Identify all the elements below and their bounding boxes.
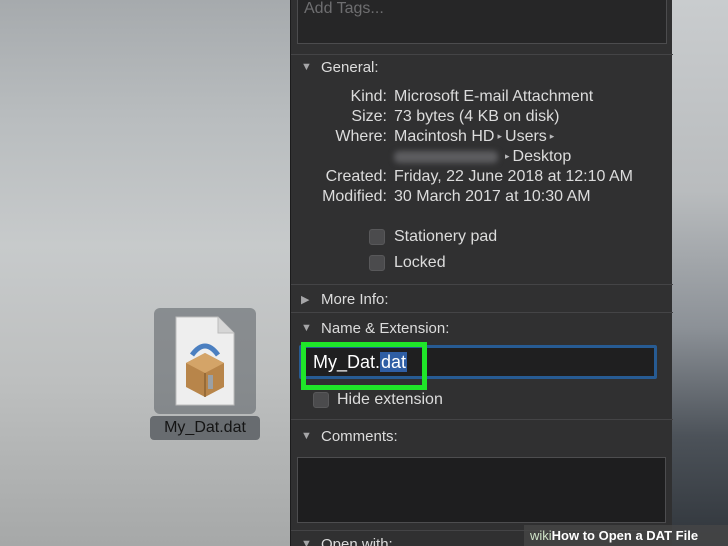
modified-label: Modified: [322,188,387,205]
size-value: 73 bytes (4 KB on disk) [394,108,560,125]
desktop-file-item[interactable]: My_Dat.dat [150,305,260,440]
where-label: Where: [335,128,387,145]
locked-checkbox[interactable] [369,255,385,271]
disclosure-open-icon[interactable]: ▼ [301,322,321,334]
desktop-background-right [672,0,728,546]
disclosure-open-icon[interactable]: ▼ [301,61,321,73]
hide-extension-label: Hide extension [337,391,443,408]
section-name-extension-title: Name & Extension: [321,319,450,337]
filename-extension-selected: dat [380,352,408,372]
watermark-title: How to Open a DAT File [551,528,699,543]
section-more-info-title: More Info: [321,290,389,308]
path-arrow-icon: ▸ [549,131,555,142]
path-desktop: Desktop [512,148,572,165]
section-comments[interactable]: ▼ Comments: [301,426,398,446]
disclosure-open-icon[interactable]: ▼ [301,538,321,546]
divider [291,54,673,55]
section-name-extension[interactable]: ▼ Name & Extension: [301,318,449,338]
kind-value: Microsoft E-mail Attachment [394,88,594,105]
where-value: Macintosh HD ▸ Users ▸ [394,128,557,146]
filename-base: My_Dat. [313,352,381,372]
hide-extension-checkbox[interactable] [313,392,329,408]
stationery-pad-checkbox[interactable] [369,229,385,245]
where-value-continued: ▸ Desktop [394,148,571,166]
created-label: Created: [325,168,387,185]
size-label: Size: [351,108,387,125]
watermark-wiki: wiki [530,528,552,543]
desktop-file-name[interactable]: My_Dat.dat [150,416,260,440]
filename-text[interactable]: My_Dat.dat [313,352,408,373]
desktop-background [0,0,290,546]
disclosure-closed-icon[interactable]: ▶ [301,293,321,306]
tags-placeholder: Add Tags... [304,0,384,17]
section-general[interactable]: ▼ General: [301,57,379,77]
wikihow-watermark: wikiHow to Open a DAT File [524,525,728,546]
get-info-panel: Add Tags... ▼ General: Kind: Microsoft E… [290,0,673,546]
divider [291,312,673,313]
section-comments-title: Comments: [321,427,398,445]
path-arrow-icon: ▸ [497,131,503,142]
kind-label: Kind: [350,88,387,105]
section-open-with[interactable]: ▼ Open with: [301,534,393,546]
archive-file-icon [175,316,235,406]
created-value: Friday, 22 June 2018 at 12:10 AM [394,168,633,185]
tags-field[interactable]: Add Tags... [297,0,667,44]
divider [291,284,673,285]
section-open-with-title: Open with: [321,535,393,546]
divider [291,419,673,420]
modified-value: 30 March 2017 at 10:30 AM [394,188,591,205]
path-users: Users [505,128,547,145]
disclosure-open-icon[interactable]: ▼ [301,430,321,442]
section-general-title: General: [321,58,379,76]
path-arrow-icon: ▸ [505,151,510,162]
stationery-pad-label: Stationery pad [394,228,498,245]
section-more-info[interactable]: ▶ More Info: [301,289,389,309]
locked-label: Locked [394,254,446,271]
path-volume: Macintosh HD [394,128,495,145]
comments-textarea[interactable] [297,457,666,523]
redacted-username [394,150,498,163]
